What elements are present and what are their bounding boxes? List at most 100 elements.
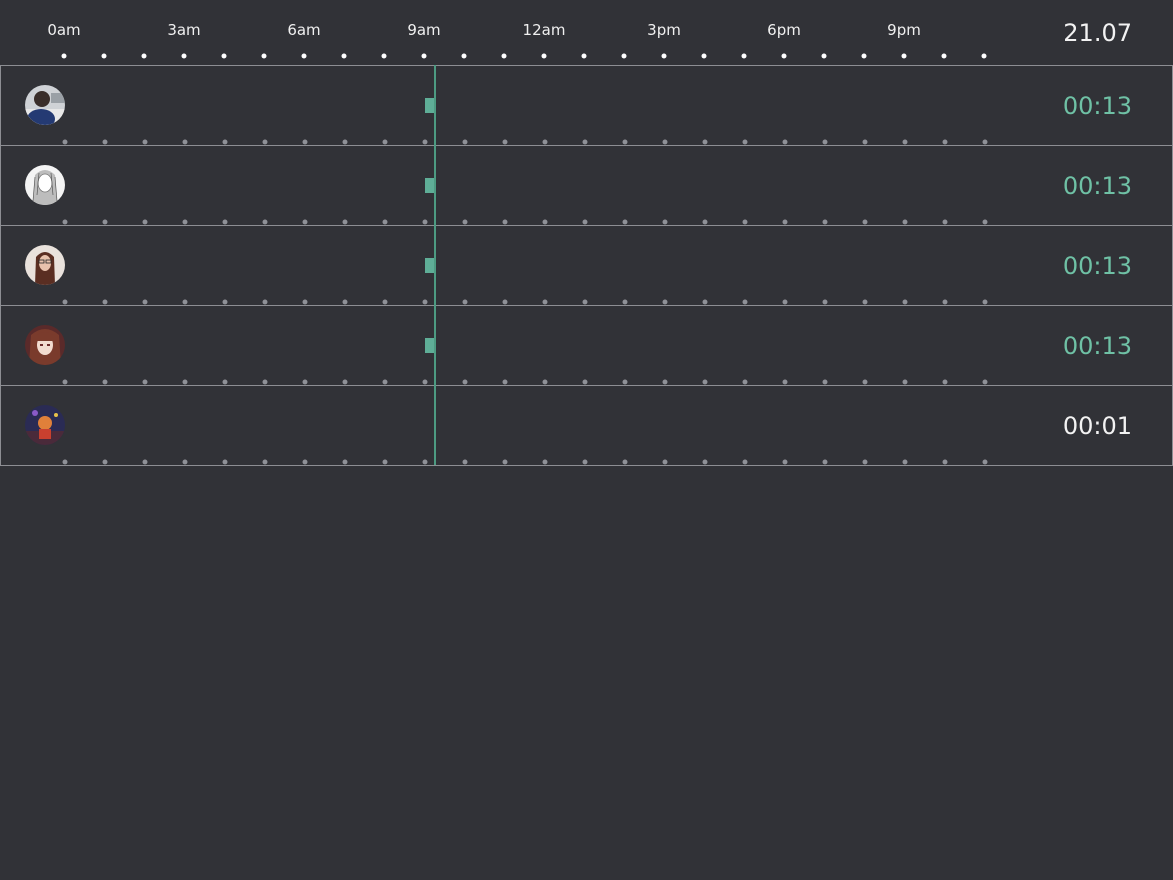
hour-tick-dot — [102, 459, 108, 465]
hour-label-12am: 12am — [522, 21, 566, 39]
hour-tick-dot — [582, 299, 588, 305]
duration-label: 00:01 — [1062, 412, 1132, 440]
hour-tick-dot — [382, 379, 388, 385]
hour-tick-dot — [542, 379, 548, 385]
user-row[interactable]: 00:13 — [0, 65, 1173, 146]
date-label: 21.07 — [1063, 19, 1132, 47]
hour-label-6pm: 6pm — [767, 21, 801, 39]
current-time-line — [434, 65, 436, 465]
hour-tick-dot — [622, 219, 628, 225]
hour-tick-dot — [662, 379, 668, 385]
hour-tick-dot — [902, 379, 908, 385]
hour-tick-dot — [581, 53, 587, 59]
hour-tick-dot — [902, 139, 908, 145]
hour-tick-dot — [422, 139, 428, 145]
hour-tick-dot — [542, 219, 548, 225]
hour-tick-dot — [502, 379, 508, 385]
avatar-icon[interactable] — [25, 85, 65, 125]
hour-tick-dot — [502, 139, 508, 145]
hour-tick-dot — [382, 139, 388, 145]
hour-tick-dot — [622, 139, 628, 145]
hour-tick-dot — [382, 219, 388, 225]
hour-tick-dot — [942, 459, 948, 465]
hour-label-0am: 0am — [47, 21, 81, 39]
hour-tick-dot — [742, 299, 748, 305]
hour-tick-dot — [862, 459, 868, 465]
hour-tick-dot — [982, 219, 988, 225]
hour-tick-dot — [102, 139, 108, 145]
hour-tick-dot — [422, 299, 428, 305]
hour-tick-dot — [862, 379, 868, 385]
hour-tick-dot — [62, 219, 68, 225]
hour-tick-dot — [901, 53, 907, 59]
hour-tick-dot — [262, 299, 268, 305]
hour-tick-dot — [462, 219, 468, 225]
hour-tick-dot — [782, 379, 788, 385]
timeline-header: 0am 3am 6am 9am 12am 3pm 6pm 9pm 21.07 — [0, 0, 1173, 65]
hour-tick-dot — [182, 379, 188, 385]
hour-tick-dot — [782, 219, 788, 225]
avatar-icon[interactable] — [25, 325, 65, 365]
hour-tick-dot — [102, 219, 108, 225]
hour-tick-dot — [942, 139, 948, 145]
hour-tick-dot — [542, 459, 548, 465]
hour-tick-dot — [61, 53, 67, 59]
hour-tick-dot — [621, 53, 627, 59]
hour-label-6am: 6am — [287, 21, 321, 39]
hour-tick-dot — [742, 219, 748, 225]
hour-tick-dot — [262, 139, 268, 145]
hour-tick-dot — [942, 219, 948, 225]
hour-tick-dot — [342, 459, 348, 465]
hour-tick-dot — [662, 299, 668, 305]
user-row[interactable]: 00:13 — [0, 226, 1173, 306]
hour-tick-dot — [582, 459, 588, 465]
hour-tick-dot — [182, 459, 188, 465]
hour-tick-dot — [102, 299, 108, 305]
hour-tick-dot — [982, 459, 988, 465]
hour-tick-dot — [501, 53, 507, 59]
hour-tick-dot — [341, 53, 347, 59]
hour-tick-dot — [702, 459, 708, 465]
avatar-icon[interactable] — [25, 405, 65, 445]
user-row[interactable]: 00:13 — [0, 146, 1173, 226]
hour-tick-dot — [941, 53, 947, 59]
hour-tick-dot — [302, 139, 308, 145]
hour-tick-dot — [62, 299, 68, 305]
hour-tick-dot — [422, 459, 428, 465]
duration-label: 00:13 — [1062, 92, 1132, 120]
hour-tick-dot — [822, 299, 828, 305]
hour-tick-dot — [62, 459, 68, 465]
hour-tick-dot — [822, 219, 828, 225]
duration-label: 00:13 — [1062, 332, 1132, 360]
user-row[interactable]: 00:13 — [0, 306, 1173, 386]
hour-tick-dot — [742, 459, 748, 465]
avatar-icon[interactable] — [25, 245, 65, 285]
hour-tick-dot — [702, 219, 708, 225]
hour-tick-dot — [902, 459, 908, 465]
hour-tick-dot — [982, 379, 988, 385]
hour-tick-dot — [542, 139, 548, 145]
hour-tick-dot — [861, 53, 867, 59]
hour-tick-dot — [542, 299, 548, 305]
hour-tick-dot — [862, 299, 868, 305]
duration-label: 00:13 — [1062, 252, 1132, 280]
hour-tick-dot — [262, 219, 268, 225]
hour-label-9pm: 9pm — [887, 21, 921, 39]
hour-tick-dot — [702, 139, 708, 145]
hour-tick-dot — [462, 459, 468, 465]
hour-tick-dot — [781, 53, 787, 59]
hour-tick-dot — [862, 139, 868, 145]
hour-tick-dot — [502, 299, 508, 305]
hour-tick-dot — [821, 53, 827, 59]
hour-tick-dot — [622, 459, 628, 465]
hour-tick-dot — [262, 459, 268, 465]
hour-tick-dot — [982, 139, 988, 145]
hour-tick-dot — [742, 379, 748, 385]
hour-tick-dot — [662, 459, 668, 465]
hour-tick-dot — [302, 299, 308, 305]
avatar-icon[interactable] — [25, 165, 65, 205]
user-row[interactable]: 00:01 — [0, 386, 1173, 466]
hour-tick-dot — [622, 379, 628, 385]
hour-tick-dot — [462, 139, 468, 145]
hour-tick-dot — [822, 459, 828, 465]
